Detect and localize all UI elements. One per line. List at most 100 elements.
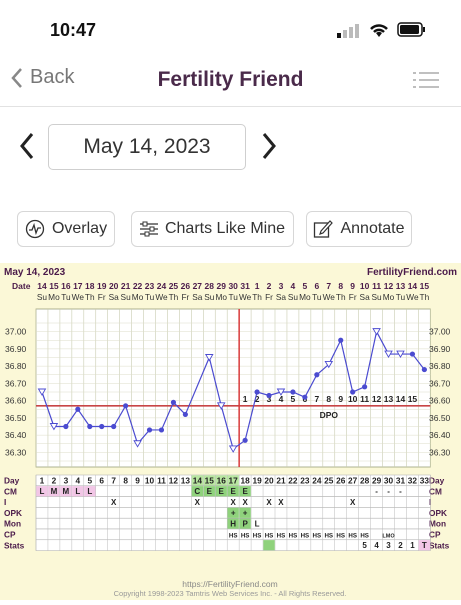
cp-cell: HS (313, 532, 322, 539)
weekday-tick: Sa (109, 292, 120, 302)
dpo-number: 7 (314, 394, 319, 404)
y-tick-right: 36.70 (429, 378, 451, 388)
row-label-left: I (4, 497, 6, 507)
day-cell: 16 (217, 476, 227, 486)
date-tick: 15 (49, 281, 59, 291)
dpo-number: 14 (396, 394, 406, 404)
date-tick: 4 (291, 281, 296, 291)
day-cell: 19 (252, 476, 262, 486)
next-date-arrow-icon[interactable] (260, 130, 278, 162)
temperature-point (87, 423, 93, 430)
weekday-tick: Fr (181, 292, 189, 302)
cm-cell: - (387, 487, 390, 496)
date-selector[interactable]: May 14, 2023 (48, 124, 246, 170)
date-tick: 24 (157, 281, 167, 291)
cp-cell: HS (265, 532, 274, 539)
weekday-tick: Mo (299, 292, 311, 302)
cp-cell: HS (324, 532, 333, 539)
charts-like-mine-button[interactable]: Charts Like Mine (131, 211, 294, 247)
date-tick: 31 (240, 281, 250, 291)
weekday-tick: We (406, 292, 419, 302)
date-tick: 25 (169, 281, 179, 291)
cp-cell: HS (301, 532, 310, 539)
dpo-number: 1 (243, 394, 248, 404)
cm-cell: L (87, 487, 92, 496)
chart-brand-label: FertilityFriend.com (367, 267, 457, 278)
edit-note-icon (314, 220, 334, 238)
fertility-chart: May 14, 2023 FertilityFriend.com Date 14… (0, 263, 461, 600)
date-tick: 30 (228, 281, 238, 291)
date-tick: 10 (360, 281, 370, 291)
monitor-cell: L (255, 520, 260, 529)
intercourse-cell: X (111, 498, 117, 507)
temperature-point (266, 392, 272, 399)
day-cell: 5 (87, 476, 92, 486)
stats-cell: 2 (398, 541, 403, 550)
date-tick: 14 (408, 281, 418, 291)
day-cell: 12 (169, 476, 179, 486)
date-tick: 14 (37, 281, 47, 291)
temperature-point (290, 389, 296, 395)
date-tick: 8 (338, 281, 343, 291)
day-cell: 6 (99, 476, 104, 486)
weekday-tick: Tu (228, 292, 238, 302)
weekday-tick: Sa (360, 292, 371, 302)
day-cell: 15 (205, 476, 215, 486)
date-tick: 1 (255, 281, 260, 291)
date-tick: 2 (267, 281, 272, 291)
day-cell: 33 (420, 476, 430, 486)
cm-cell: C (194, 487, 200, 496)
weekday-tick: We (72, 292, 85, 302)
weekday-tick: We (323, 292, 336, 302)
date-tick: 7 (326, 281, 331, 291)
date-tick: 28 (205, 281, 215, 291)
y-tick-right: 36.60 (429, 396, 451, 406)
temperature-point (362, 384, 368, 390)
row-label-left: Stats (4, 540, 25, 550)
plot-area (35, 308, 431, 468)
menu-list-icon[interactable] (413, 70, 439, 90)
row-label-left: CM (4, 486, 17, 496)
day-cell: 29 (372, 476, 382, 486)
row-label-left: OPK (4, 508, 22, 518)
day-cell: 21 (276, 476, 286, 486)
temperature-point (302, 394, 308, 400)
date-tick: 21 (121, 281, 131, 291)
chart-date-label: May 14, 2023 (4, 267, 66, 278)
annotate-button[interactable]: Annotate (306, 211, 412, 247)
battery-icon (397, 22, 425, 37)
monitor-cell: P (242, 520, 248, 529)
status-bar: 10:47 (0, 0, 461, 54)
y-tick-left: 36.80 (5, 361, 27, 371)
date-tick: 20 (109, 281, 119, 291)
date-tick: 16 (61, 281, 71, 291)
y-tick-left: 36.50 (5, 413, 27, 423)
day-cell: 2 (52, 476, 57, 486)
weekday-tick: Su (288, 292, 299, 302)
day-cell: 1 (40, 476, 45, 486)
footer-copyright: Copyright 1998-2023 Tamtris Web Services… (114, 589, 347, 598)
temperature-point (182, 411, 188, 418)
temperature-point (146, 427, 153, 433)
cm-cell: L (40, 487, 45, 496)
day-cell: 31 (396, 476, 406, 486)
temperature-point (99, 423, 105, 430)
opk-cell: + (243, 509, 248, 518)
overlay-button[interactable]: Overlay (17, 211, 115, 247)
weekday-tick: Mo (132, 292, 144, 302)
temperature-point (350, 389, 356, 395)
day-cell: 20 (264, 476, 274, 486)
stats-cell: 4 (374, 541, 379, 550)
intercourse-cell: X (195, 498, 201, 507)
date-tick: 5 (303, 281, 308, 291)
y-tick-right: 36.30 (429, 447, 451, 457)
y-tick-left: 36.70 (5, 378, 27, 388)
weekday-tick: Th (85, 292, 95, 302)
overlay-wave-icon (25, 219, 45, 239)
weekday-tick: We (239, 292, 252, 302)
dpo-number: 9 (338, 394, 343, 404)
status-time: 10:47 (50, 20, 97, 40)
cp-cell: HS (277, 532, 286, 539)
date-tick: 15 (420, 281, 430, 291)
previous-date-arrow-icon[interactable] (18, 130, 36, 162)
